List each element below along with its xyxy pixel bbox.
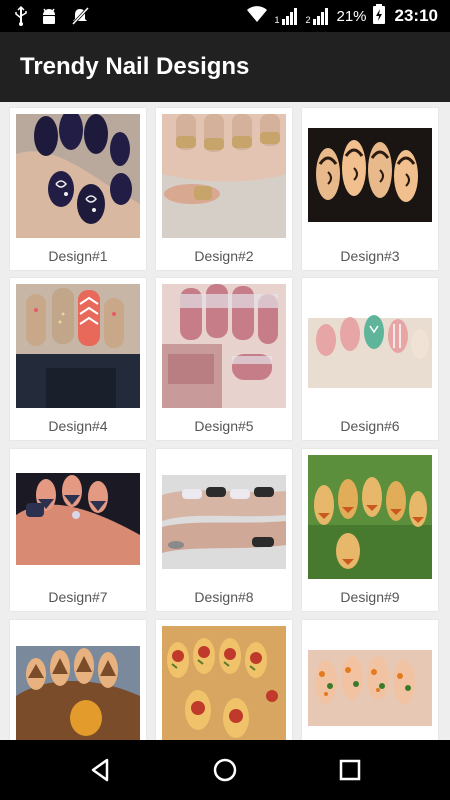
design-thumbnail[interactable] [162,455,286,579]
design-card[interactable]: Design#8 [156,449,292,611]
signal-strength-icon [282,8,298,25]
battery-percent: 21% [336,7,367,25]
design-thumbnail[interactable] [308,284,432,408]
usb-icon [14,5,28,26]
sim2-label: 2 [305,15,311,25]
design-thumbnail[interactable] [308,626,432,740]
notification-muted-icon [70,6,90,26]
app-bar: Trendy Nail Designs [0,32,450,102]
design-thumbnail[interactable] [308,114,432,238]
design-label: Design#1 [48,248,108,264]
design-card[interactable] [302,620,438,740]
design-card[interactable]: Design#9 [302,449,438,611]
design-card[interactable]: Design#4 [10,278,146,440]
recents-icon [339,759,361,781]
signal-sim1: 1 [274,7,299,25]
status-left-icons [14,5,90,26]
design-card[interactable]: Design#2 [156,108,292,270]
page-title: Trendy Nail Designs [20,53,250,80]
design-thumbnail[interactable] [162,284,286,408]
design-card[interactable]: Design#5 [156,278,292,440]
design-thumbnail[interactable] [162,626,286,740]
design-thumbnail[interactable] [308,455,432,579]
navigation-bar [0,740,450,800]
clock: 23:10 [394,6,438,25]
status-bar: 1 2 21% 23:10 [0,0,450,32]
back-button[interactable] [85,755,115,785]
battery-charging-icon [372,3,385,29]
design-label: Design#7 [48,589,108,605]
android-debug-icon [40,6,58,26]
home-icon [213,758,237,782]
design-label: Design#5 [194,418,254,434]
design-label: Design#9 [340,589,400,605]
signal-sim2: 2 [305,7,330,25]
design-card[interactable] [10,620,146,740]
wifi-icon [246,5,268,28]
design-card[interactable]: Design#7 [10,449,146,611]
design-thumbnail[interactable] [162,114,286,238]
design-card[interactable]: Design#1 [10,108,146,270]
design-card[interactable]: Design#6 [302,278,438,440]
design-thumbnail[interactable] [16,284,140,408]
design-label: Design#3 [340,248,400,264]
back-icon [91,758,109,782]
design-label: Design#8 [194,589,254,605]
signal-strength-icon [313,8,329,25]
recents-button[interactable] [335,755,365,785]
design-thumbnail[interactable] [16,114,140,238]
design-label: Design#4 [48,418,108,434]
design-card[interactable] [156,620,292,740]
design-thumbnail[interactable] [16,455,140,579]
design-label: Design#2 [194,248,254,264]
design-grid[interactable]: Design#1 Design#2 Design#3 Design#4 Desi… [0,102,450,740]
design-card[interactable]: Design#3 [302,108,438,270]
home-button[interactable] [210,755,240,785]
sim1-label: 1 [274,15,280,25]
status-right-icons: 1 2 21% 23:10 [246,3,438,29]
design-thumbnail[interactable] [16,626,140,740]
design-label: Design#6 [340,418,400,434]
